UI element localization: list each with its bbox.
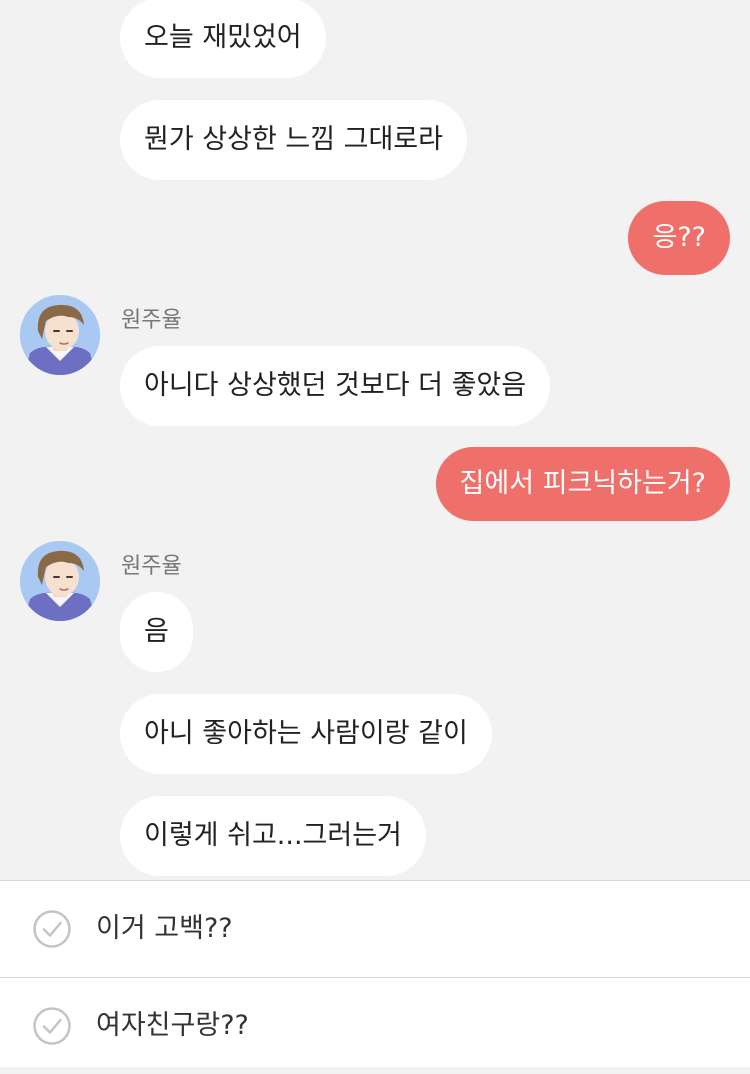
message-bubble-incoming: 아니다 상상했던 것보다 더 좋았음 <box>120 346 551 426</box>
reply-option[interactable]: 여자친구랑?? <box>0 978 750 1074</box>
message-text: 음 <box>144 616 169 647</box>
chat-area[interactable]: 오늘 재밌었어 뭔가 상상한 느낌 그대로라 응?? 원주율 아니다 상상했던 … <box>0 0 750 880</box>
message-bubble-outgoing: 응?? <box>628 201 730 275</box>
message-bubble-incoming: 이렇게 쉬고...그러는거 <box>120 796 426 876</box>
check-circle-icon <box>33 1007 71 1045</box>
avatar-portrait-icon <box>20 295 100 375</box>
message-bubble-incoming: 음 <box>120 592 193 672</box>
message-bubble-incoming: 아니 좋아하는 사람이랑 같이 <box>120 694 492 774</box>
contact-avatar[interactable] <box>20 295 100 375</box>
reply-option-label: 여자친구랑?? <box>96 1010 249 1041</box>
message-text: 오늘 재밌었어 <box>144 22 302 53</box>
contact-avatar[interactable] <box>20 541 100 621</box>
avatar-portrait-icon <box>20 541 100 621</box>
check-circle-icon <box>33 910 71 948</box>
message-text: 아니다 상상했던 것보다 더 좋았음 <box>144 370 527 401</box>
message-text: 응?? <box>652 222 706 253</box>
message-text: 뭔가 상상한 느낌 그대로라 <box>144 124 443 155</box>
message-bubble-incoming: 뭔가 상상한 느낌 그대로라 <box>120 100 467 180</box>
reply-option[interactable]: 이거 고백?? <box>0 881 750 978</box>
message-text: 아니 좋아하는 사람이랑 같이 <box>144 718 468 749</box>
message-bubble-incoming: 오늘 재밌었어 <box>120 0 326 78</box>
reply-option-label: 이거 고백?? <box>96 913 233 944</box>
sender-name: 원주율 <box>121 554 182 579</box>
message-text: 이렇게 쉬고...그러는거 <box>144 820 402 851</box>
sender-name: 원주율 <box>121 308 182 333</box>
reply-options-panel: 이거 고백?? 여자친구랑?? <box>0 880 750 1067</box>
message-bubble-outgoing: 집에서 피크닉하는거? <box>435 447 730 521</box>
message-text: 집에서 피크닉하는거? <box>459 468 706 499</box>
